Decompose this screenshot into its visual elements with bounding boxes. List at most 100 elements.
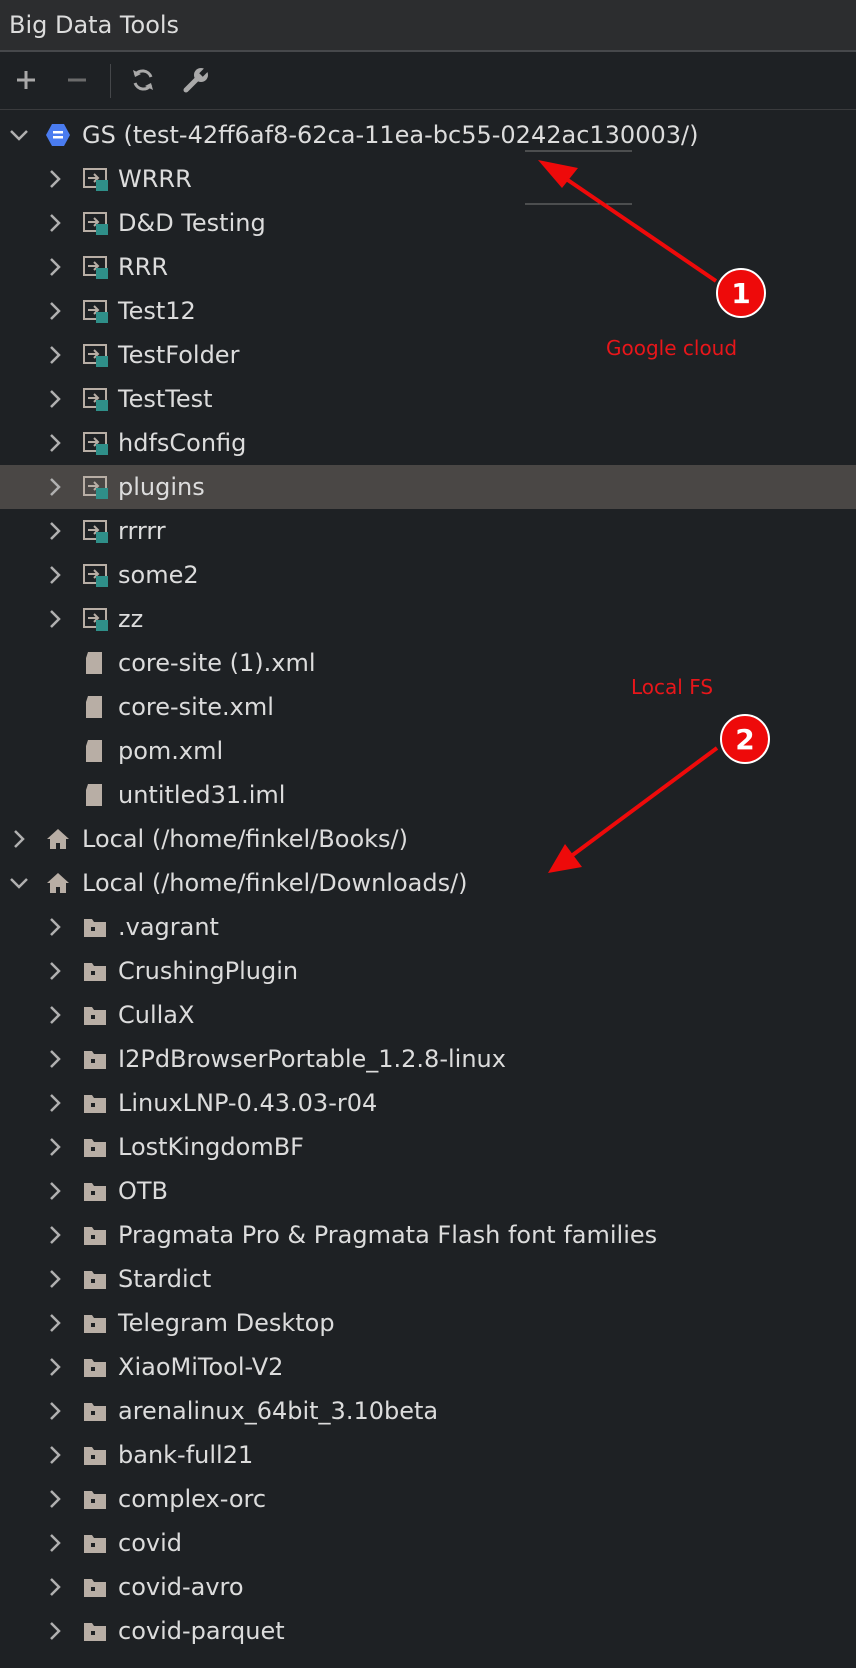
tree-item-local-folder[interactable]: bank-full21 [0,1433,856,1477]
chevron-right-icon[interactable] [43,1311,67,1335]
tree-item-local-folder[interactable]: covid-parquet [0,1609,856,1653]
tree-item-local-folder[interactable]: LinuxLNP-0.43.03-r04 [0,1081,856,1125]
chevron-down-icon[interactable] [7,871,31,895]
folder-icon [84,1579,106,1597]
tree-item-gs-file[interactable]: core-site (1).xml [0,641,856,685]
gs-folder-icon [83,432,108,455]
minus-icon [68,78,86,82]
tree-item-label: hdfsConfig [118,429,247,457]
tree-item-local-folder[interactable]: Telegram Desktop [0,1301,856,1345]
tree-item-label: TestFolder [118,341,240,369]
tree-item-local-folder[interactable]: .vagrant [0,905,856,949]
remove-connection-button[interactable] [59,62,95,98]
tree-item-label: Telegram Desktop [118,1309,335,1337]
tree-item-label: covid-parquet [118,1617,285,1645]
tree-item-gs-folder[interactable]: plugins [0,465,856,509]
chevron-right-icon[interactable] [43,915,67,939]
folder-icon [84,919,106,937]
chevron-right-icon[interactable] [43,1047,67,1071]
chevron-right-icon[interactable] [43,431,67,455]
tree-item-label: TestTest [118,385,213,413]
chevron-right-icon[interactable] [43,1443,67,1467]
chevron-right-icon[interactable] [43,1575,67,1599]
folder-icon [84,1359,106,1377]
chevron-right-icon[interactable] [43,1003,67,1027]
gs-folder-icon [83,344,108,367]
tree-item-gs-folder[interactable]: WRRR [0,157,856,201]
tree-item-local-folder[interactable]: I2PdBrowserPortable_1.2.8-linux [0,1037,856,1081]
tree-item-local-folder[interactable]: CullaX [0,993,856,1037]
toolbar-separator [110,64,111,98]
gs-folder-icon [83,168,108,191]
tree-item-label: LinuxLNP-0.43.03-r04 [118,1089,378,1117]
tree-item-gs-file[interactable]: untitled31.iml [0,773,856,817]
tool-window-title: Big Data Tools [9,11,180,39]
chevron-right-icon[interactable] [43,299,67,323]
tree-item-local-folder[interactable]: CrushingPlugin [0,949,856,993]
settings-button[interactable] [178,62,214,98]
tool-window-header: Big Data Tools [0,0,856,52]
tree-item-gs-folder[interactable]: some2 [0,553,856,597]
folder-icon [84,1051,106,1069]
refresh-button[interactable] [125,62,161,98]
tree-item-local-folder[interactable]: OTB [0,1169,856,1213]
folder-icon [84,1183,106,1201]
chevron-right-icon[interactable] [43,1399,67,1423]
tree-item-label: CullaX [118,1001,195,1029]
chevron-right-icon[interactable] [43,1619,67,1643]
tree-item-label: covid [118,1529,182,1557]
chevron-right-icon[interactable] [43,519,67,543]
tree-item-local-folder[interactable]: arenalinux_64bit_3.10beta [0,1389,856,1433]
tree-item-local-folder[interactable]: complex-orc [0,1477,856,1521]
tree-item-label: Local (/home/finkel/Books/) [82,825,408,853]
tree-item-local-folder[interactable]: Pragmata Pro & Pragmata Flash font famil… [0,1213,856,1257]
chevron-right-icon[interactable] [43,387,67,411]
chevron-right-icon[interactable] [43,1267,67,1291]
tree-item-label: GS (test-42ff6af8-62ca-11ea-bc55-0242ac1… [82,121,699,149]
tree-item-gs-folder[interactable]: TestTest [0,377,856,421]
gs-folder-icon [83,564,108,587]
add-connection-button[interactable] [8,62,44,98]
chevron-right-icon[interactable] [43,1091,67,1115]
chevron-right-icon[interactable] [43,1223,67,1247]
chevron-right-icon[interactable] [43,343,67,367]
tree-item-gs-folder[interactable]: hdfsConfig [0,421,856,465]
tree-item-label: zz [118,605,144,633]
chevron-right-icon[interactable] [43,1179,67,1203]
gs-folder-icon [83,212,108,235]
chevron-right-icon[interactable] [43,211,67,235]
tree-item-label: D&D Testing [118,209,266,237]
annotation-badge-2: 2 [720,714,770,764]
tree-item-label: Pragmata Pro & Pragmata Flash font famil… [118,1221,658,1249]
chevron-right-icon[interactable] [43,1531,67,1555]
tree-root-local-downloads[interactable]: Local (/home/finkel/Downloads/) [0,861,856,905]
chevron-right-icon[interactable] [7,827,31,851]
chevron-right-icon[interactable] [43,167,67,191]
chevron-right-icon[interactable] [43,1135,67,1159]
tree-item-gs-folder[interactable]: rrrrr [0,509,856,553]
chevron-right-icon[interactable] [43,959,67,983]
tree-item-local-folder[interactable]: covid-avro [0,1565,856,1609]
chevron-down-icon[interactable] [7,123,31,147]
file-icon [86,740,102,762]
tree-item-gs-folder[interactable]: zz [0,597,856,641]
tree-item-local-folder[interactable]: Stardict [0,1257,856,1301]
chevron-right-icon[interactable] [43,1355,67,1379]
annotation-label-2: Local FS [631,675,714,699]
tree-item-label: plugins [118,473,205,501]
file-icon [86,696,102,718]
tree-root-local-books[interactable]: Local (/home/finkel/Books/) [0,817,856,861]
chevron-right-icon[interactable] [43,475,67,499]
chevron-right-icon[interactable] [43,1487,67,1511]
folder-icon [84,1007,106,1025]
tree-item-local-folder[interactable]: XiaoMiTool-V2 [0,1345,856,1389]
folder-icon [84,1535,106,1553]
chevron-right-icon[interactable] [43,255,67,279]
tree-item-local-folder[interactable]: covid [0,1521,856,1565]
chevron-right-icon[interactable] [43,563,67,587]
tree-root-gs[interactable]: GS (test-42ff6af8-62ca-11ea-bc55-0242ac1… [0,113,856,157]
chevron-right-icon[interactable] [43,607,67,631]
tree-item-local-folder[interactable]: LostKingdomBF [0,1125,856,1169]
tree-item-label: core-site (1).xml [118,649,316,677]
tree-item-gs-folder[interactable]: D&D Testing [0,201,856,245]
